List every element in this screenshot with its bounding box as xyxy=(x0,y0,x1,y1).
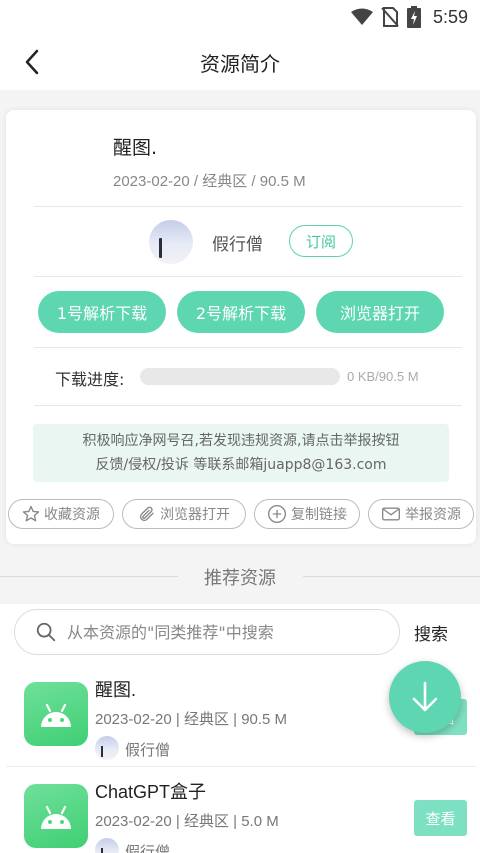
report-label: 举报资源 xyxy=(405,507,461,523)
item-author: 假行僧 xyxy=(125,843,171,853)
progress-text: 0 KB/90.5 M xyxy=(347,369,419,384)
view-button[interactable]: 查看 xyxy=(414,800,467,836)
wifi-icon xyxy=(350,8,373,25)
divider xyxy=(6,766,476,767)
paperclip-icon xyxy=(140,506,154,521)
avatar xyxy=(95,838,119,853)
chevron-left-icon xyxy=(25,49,39,75)
mail-icon xyxy=(382,507,400,521)
progress-bar xyxy=(140,368,340,385)
plus-circle-icon xyxy=(268,505,286,523)
copy-link-label: 复制链接 xyxy=(291,507,347,523)
copy-link-button[interactable]: 复制链接 xyxy=(254,499,360,529)
item-meta: 2023-02-20 | 经典区 | 5.0 M xyxy=(95,813,279,830)
floating-download-button[interactable] xyxy=(389,661,461,733)
notice-line-2: 反馈/侵权/投诉 等联系邮箱juapp8@163.com xyxy=(95,457,387,473)
notice-line-1: 积极响应净网号召,若发现违规资源,请点击举报按钮 xyxy=(82,433,400,449)
action-row: 收藏资源 浏览器打开 复制链接 举报资源 xyxy=(6,499,476,529)
app-bar: 资源简介 xyxy=(0,34,480,90)
favorite-label: 收藏资源 xyxy=(44,507,100,523)
android-app-icon xyxy=(24,682,88,746)
list-item[interactable]: ChatGPT盒子 2023-02-20 | 经典区 | 5.0 M 假行僧 查… xyxy=(0,770,480,853)
section-title: 推荐资源 xyxy=(204,568,276,589)
back-button[interactable] xyxy=(14,44,50,80)
star-icon xyxy=(22,505,40,522)
browser-open-button[interactable]: 浏览器打开 xyxy=(122,499,246,529)
item-title: ChatGPT盒子 xyxy=(95,782,207,802)
author-row: 假行僧 订阅 xyxy=(6,218,476,268)
resource-name: 醒图. xyxy=(113,137,158,159)
item-meta: 2023-02-20 | 经典区 | 90.5 M xyxy=(95,711,288,728)
author-name[interactable]: 假行僧 xyxy=(212,230,263,255)
download-2-button[interactable]: 2号解析下载 xyxy=(177,291,305,333)
download-1-button[interactable]: 1号解析下载 xyxy=(38,291,166,333)
author-avatar[interactable] xyxy=(149,220,193,264)
arrow-down-icon xyxy=(412,681,438,712)
item-title: 醒图. xyxy=(95,680,137,700)
avatar xyxy=(95,736,119,760)
subscribe-button[interactable]: 订阅 xyxy=(289,225,353,257)
notice-box: 积极响应净网号召,若发现违规资源,请点击举报按钮 反馈/侵权/投诉 等联系邮箱j… xyxy=(33,424,449,482)
report-button[interactable]: 举报资源 xyxy=(368,499,474,529)
divider xyxy=(34,276,462,277)
battery-charging-icon xyxy=(406,6,421,28)
item-author: 假行僧 xyxy=(125,741,171,759)
android-app-icon xyxy=(24,784,88,848)
search-button[interactable]: 搜索 xyxy=(414,620,448,645)
favorite-button[interactable]: 收藏资源 xyxy=(8,499,114,529)
resource-card: 醒图. 2023-02-20 / 经典区 / 90.5 M 假行僧 订阅 1号解… xyxy=(6,110,476,544)
search-input[interactable] xyxy=(67,622,387,642)
page-title: 资源简介 xyxy=(200,51,280,76)
search-icon xyxy=(36,622,56,642)
browser-open-label: 浏览器打开 xyxy=(160,507,230,523)
resource-meta: 2023-02-20 / 经典区 / 90.5 M xyxy=(113,173,306,190)
divider xyxy=(34,206,462,207)
status-time: 5:59 xyxy=(432,6,468,27)
progress-label: 下载进度: xyxy=(55,370,125,389)
section-line-right xyxy=(303,576,480,577)
open-browser-button[interactable]: 浏览器打开 xyxy=(316,291,444,333)
divider xyxy=(34,347,462,348)
status-bar: 5:59 xyxy=(0,0,480,34)
divider xyxy=(34,405,462,406)
no-sim-icon xyxy=(381,7,399,27)
search-box[interactable] xyxy=(14,609,400,655)
